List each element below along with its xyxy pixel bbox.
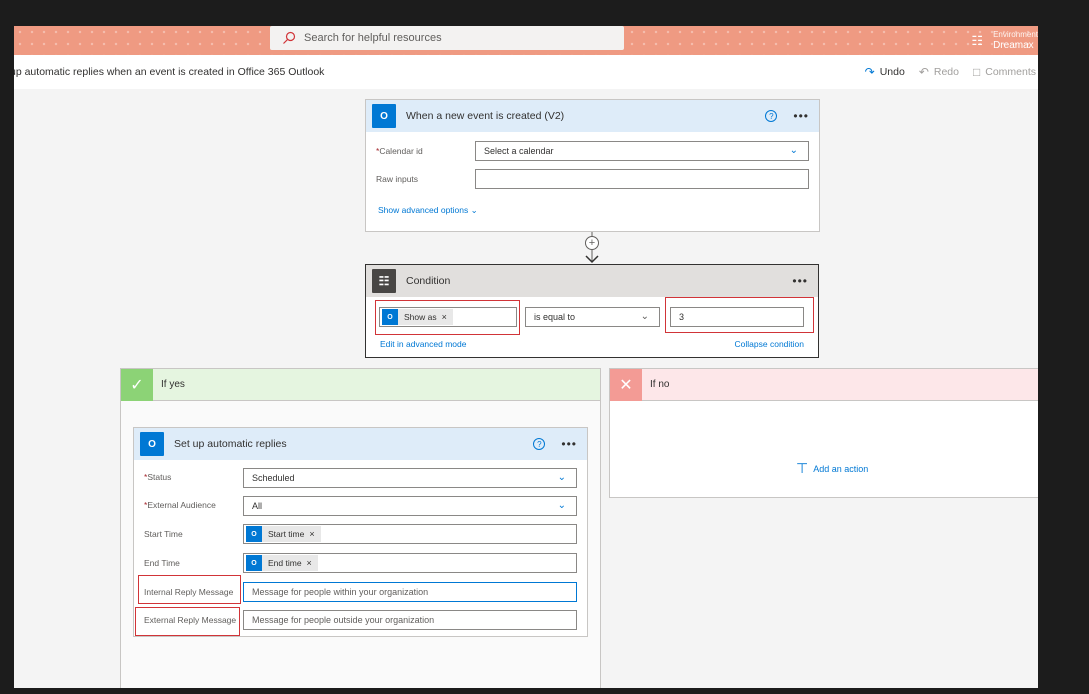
outlook-icon: O	[140, 432, 164, 456]
condition-icon: ☷	[372, 269, 396, 293]
external-audience-dropdown[interactable]: All ⌄	[243, 496, 577, 516]
title-bar: up automatic replies when an event is cr…	[14, 55, 1038, 89]
chevron-down-icon: ⌄	[557, 500, 566, 511]
chevron-down-icon: ⌄	[557, 472, 566, 483]
comments-label: Comments	[985, 66, 1036, 78]
start-time-label: Start Time	[144, 529, 183, 539]
outlook-icon: O	[246, 555, 262, 571]
undo-icon: ↷	[864, 65, 875, 79]
calendar-id-value: Select a calendar	[484, 146, 554, 156]
trigger-card-header[interactable]: O When a new event is created (V2) ? •••	[366, 100, 819, 132]
operator-dropdown[interactable]: is equal to ⌄	[525, 307, 660, 327]
undo-label: Undo	[879, 66, 905, 78]
show-advanced-options-link[interactable]: Show advanced options ⌄	[378, 205, 478, 216]
remove-token-icon[interactable]: ×	[307, 558, 312, 568]
auto-replies-header[interactable]: O Set up automatic replies ? •••	[134, 428, 587, 460]
checkmark-icon: ✓	[121, 368, 153, 401]
calendar-id-label: *Calendar id	[376, 146, 423, 156]
external-audience-label: *External Audience	[144, 500, 216, 510]
trigger-title: When a new event is created (V2)	[406, 110, 565, 122]
more-options-icon[interactable]: •••	[792, 274, 808, 288]
help-icon[interactable]: ?	[533, 438, 546, 450]
insert-step-button[interactable]: +	[585, 236, 599, 250]
comment-icon: □	[972, 65, 981, 79]
auto-replies-title: Set up automatic replies	[174, 438, 287, 450]
condition-header[interactable]: ☷ Condition •••	[366, 265, 818, 297]
end-time-field[interactable]: O End time ×	[243, 553, 577, 573]
calendar-id-dropdown[interactable]: Select a calendar ⌄	[475, 141, 809, 161]
help-icon[interactable]: ?	[765, 110, 778, 122]
internal-reply-input[interactable]: Message for people within your organizat…	[243, 582, 577, 602]
comments-button[interactable]: □ Comments	[973, 65, 1036, 79]
external-reply-input[interactable]: Message for people outside your organiza…	[243, 610, 577, 630]
more-options-icon[interactable]: •••	[561, 437, 577, 451]
raw-inputs-label: Raw inputs	[376, 174, 419, 184]
outlook-icon: O	[372, 104, 396, 128]
highlight-show-as	[375, 300, 520, 335]
flow-title: up automatic replies when an event is cr…	[14, 66, 325, 78]
environment-name: Dreamax	[993, 39, 1034, 51]
collapse-condition-link[interactable]: Collapse condition	[735, 339, 804, 349]
if-yes-header[interactable]: ✓ If yes	[121, 368, 600, 401]
designer-canvas: O When a new event is created (V2) ? •••…	[14, 89, 1038, 688]
condition-title: Condition	[406, 275, 451, 287]
edit-advanced-mode-link[interactable]: Edit in advanced mode	[380, 339, 466, 349]
if-no-label: If no	[650, 379, 670, 390]
environment-picker[interactable]: ☷ Environment Dreamax	[971, 26, 1038, 55]
start-time-field[interactable]: O Start time ×	[243, 524, 577, 544]
highlight-external-label	[135, 607, 240, 636]
if-no-header[interactable]: ✕ If no	[610, 368, 1038, 401]
add-action-icon: ⊤	[796, 460, 809, 476]
redo-button[interactable]: ↶ Redo	[919, 65, 959, 79]
environment-icon: ☷	[971, 32, 984, 48]
more-options-icon[interactable]: •••	[793, 109, 809, 123]
search-placeholder: Search for helpful resources	[304, 32, 442, 44]
redo-icon: ↶	[918, 65, 929, 79]
redo-label: Redo	[933, 66, 959, 78]
app-window: Search for helpful resources ☷ Environme…	[14, 0, 1038, 688]
add-action-button[interactable]: ⊤ Add an action	[796, 460, 868, 477]
start-time-token[interactable]: O Start time ×	[246, 526, 321, 542]
search-box[interactable]: Search for helpful resources	[270, 26, 624, 50]
search-icon	[283, 31, 296, 44]
x-icon: ✕	[610, 368, 642, 401]
add-action-label: Add an action	[813, 463, 869, 474]
top-chrome	[14, 0, 1038, 26]
highlight-value	[665, 297, 814, 333]
end-time-label: End Time	[144, 558, 180, 568]
raw-inputs-field[interactable]	[475, 169, 809, 189]
if-yes-label: If yes	[161, 379, 185, 390]
undo-button[interactable]: ↷ Undo	[865, 65, 905, 79]
trigger-card: O When a new event is created (V2) ? •••…	[365, 99, 820, 232]
chevron-down-icon: ⌄	[789, 145, 798, 156]
outlook-icon: O	[246, 526, 262, 542]
highlight-internal-label	[138, 575, 241, 604]
end-time-token[interactable]: O End time ×	[246, 555, 318, 571]
environment-label: Environment	[993, 29, 1038, 39]
remove-token-icon[interactable]: ×	[309, 529, 314, 539]
if-no-branch: ✕ If no ⊤ Add an action	[609, 368, 1038, 498]
status-label: *Status	[144, 472, 172, 482]
auto-replies-card: O Set up automatic replies ? ••• *Status…	[133, 427, 588, 637]
chevron-down-icon: ⌄	[640, 311, 649, 322]
status-dropdown[interactable]: Scheduled ⌄	[243, 468, 577, 488]
